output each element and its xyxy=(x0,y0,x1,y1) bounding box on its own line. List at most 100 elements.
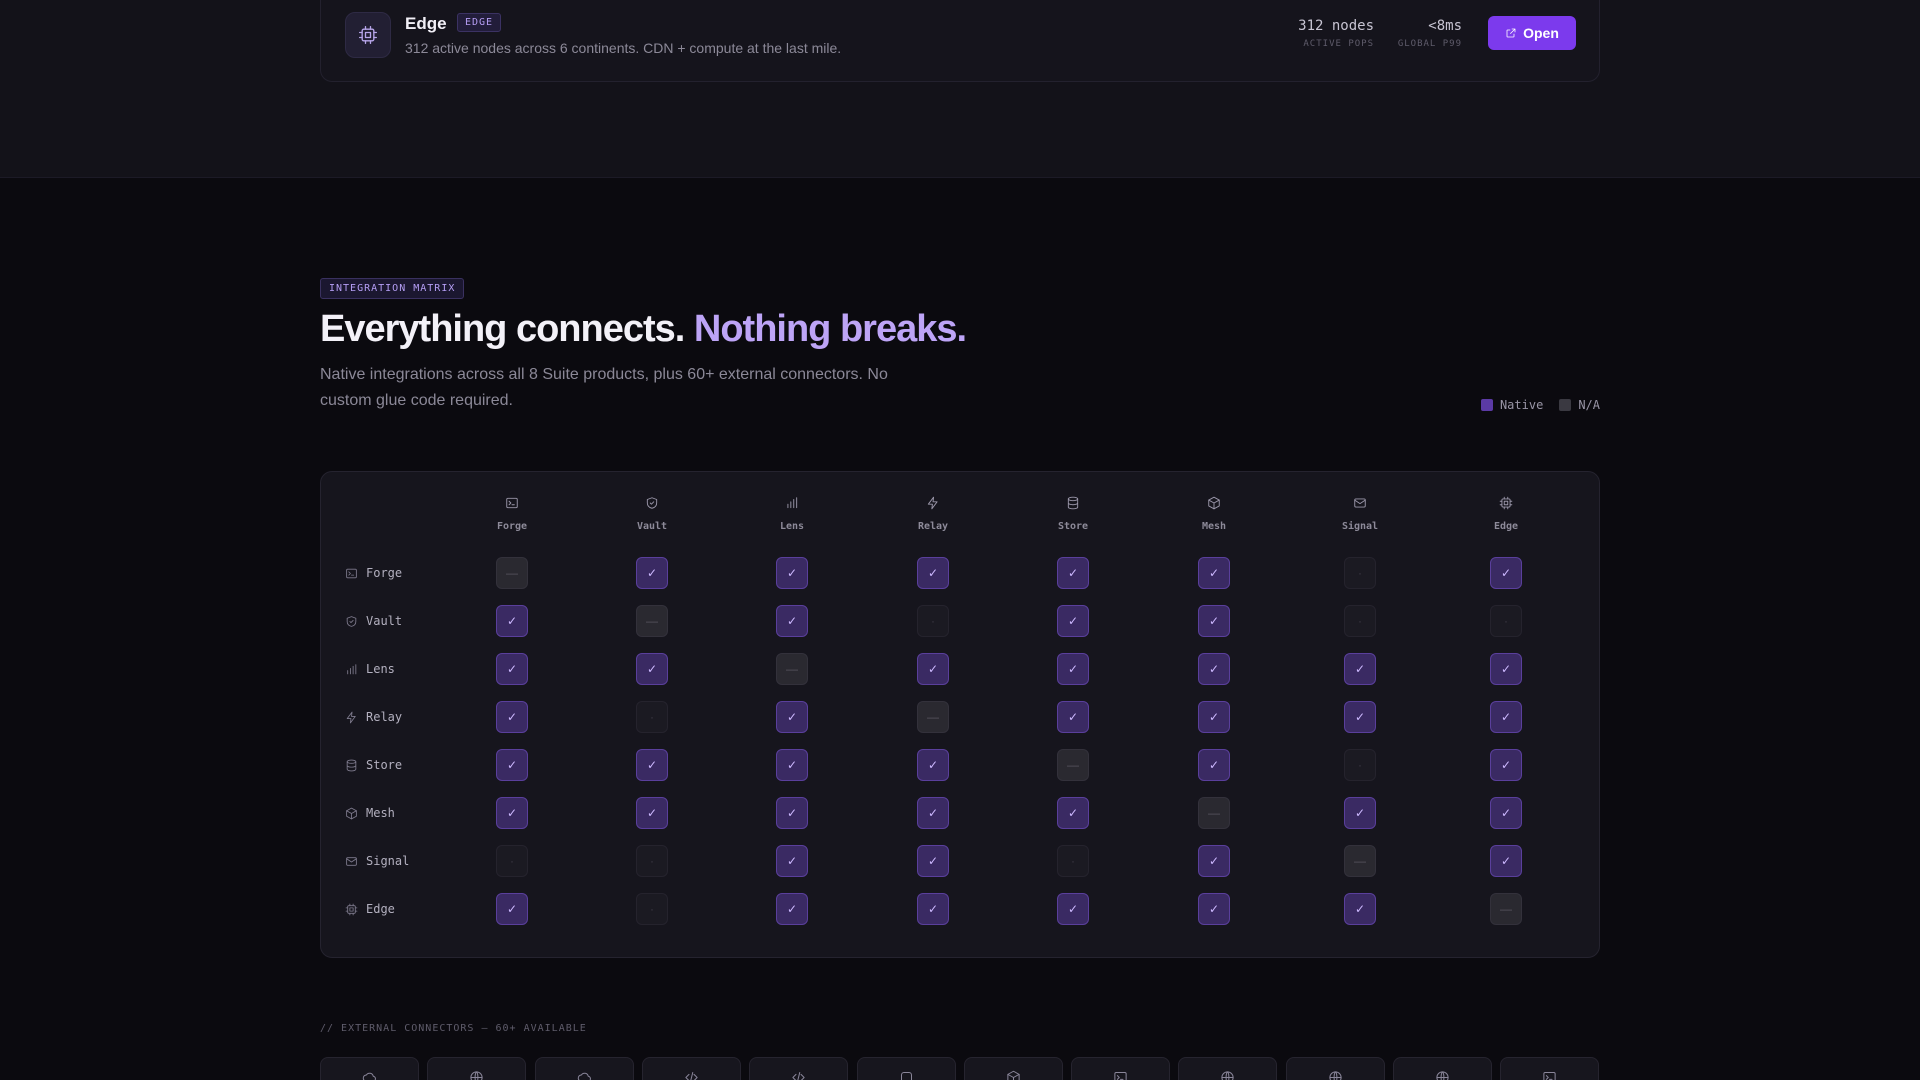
connector-tile[interactable] xyxy=(1071,1057,1171,1080)
matrix-cell-store-mesh[interactable]: ✓ xyxy=(1198,749,1230,781)
matrix-cell-vault-signal[interactable]: · xyxy=(1344,605,1376,637)
column-header-lens: Lens xyxy=(752,496,832,532)
matrix-cell-relay-edge[interactable]: ✓ xyxy=(1490,701,1522,733)
matrix-cell-edge-edge[interactable]: — xyxy=(1490,893,1522,925)
matrix-cell-signal-mesh[interactable]: ✓ xyxy=(1198,845,1230,877)
matrix-cell-relay-relay[interactable]: — xyxy=(917,701,949,733)
matrix-cell-forge-mesh[interactable]: ✓ xyxy=(1198,557,1230,589)
matrix-cell-mesh-lens[interactable]: ✓ xyxy=(776,797,808,829)
connector-tile[interactable] xyxy=(1285,1057,1385,1080)
matrix-cell-store-relay[interactable]: ✓ xyxy=(917,749,949,781)
matrix-cell-lens-relay[interactable]: ✓ xyxy=(917,653,949,685)
matrix-cell-signal-store[interactable]: · xyxy=(1057,845,1089,877)
matrix-cell-forge-signal[interactable]: · xyxy=(1344,557,1376,589)
matrix-cell-relay-mesh[interactable]: ✓ xyxy=(1198,701,1230,733)
matrix-cell-signal-signal[interactable]: — xyxy=(1344,845,1376,877)
matrix-cell-edge-forge[interactable]: ✓ xyxy=(496,893,528,925)
matrix-cell-lens-vault[interactable]: ✓ xyxy=(636,653,668,685)
matrix-cell-lens-store[interactable]: ✓ xyxy=(1057,653,1089,685)
matrix-cell-mesh-edge[interactable]: ✓ xyxy=(1490,797,1522,829)
matrix-cell-relay-vault[interactable]: · xyxy=(636,701,668,733)
matrix-cell-vault-edge[interactable]: · xyxy=(1490,605,1522,637)
column-header-label: Mesh xyxy=(1201,521,1227,532)
row-header-label: Forge xyxy=(366,566,403,580)
connector-tile[interactable] xyxy=(641,1057,741,1080)
matrix-cell-mesh-store[interactable]: ✓ xyxy=(1057,797,1089,829)
connector-tile[interactable] xyxy=(1393,1057,1492,1080)
matrix-cell-forge-edge[interactable]: ✓ xyxy=(1490,557,1522,589)
matrix-cell-relay-forge[interactable]: ✓ xyxy=(496,701,528,733)
matrix-cell-lens-signal[interactable]: ✓ xyxy=(1344,653,1376,685)
matrix-cell-signal-lens[interactable]: ✓ xyxy=(776,845,808,877)
matrix-cell-lens-mesh[interactable]: ✓ xyxy=(1198,653,1230,685)
box-icon xyxy=(899,1070,914,1080)
matrix-cell-signal-edge[interactable]: ✓ xyxy=(1490,845,1522,877)
product-card-edge: Edge EDGE 312 active nodes across 6 cont… xyxy=(320,0,1600,82)
legend-label: Native xyxy=(1499,398,1544,412)
connector-tile[interactable] xyxy=(427,1057,527,1080)
cube-icon xyxy=(345,807,358,820)
legend-item-na: N/A xyxy=(1559,398,1600,412)
matrix-cell-relay-lens[interactable]: ✓ xyxy=(776,701,808,733)
section-subtext: Native integrations across all 8 Suite p… xyxy=(320,366,888,409)
matrix-cell-edge-signal[interactable]: ✓ xyxy=(1344,893,1376,925)
globe-icon xyxy=(1435,1070,1450,1080)
matrix-cell-vault-vault[interactable]: — xyxy=(636,605,668,637)
matrix-cell-forge-vault[interactable]: ✓ xyxy=(636,557,668,589)
stat-value: 312 nodes xyxy=(1298,18,1374,34)
matrix-cell-edge-relay[interactable]: ✓ xyxy=(917,893,949,925)
matrix-cell-edge-vault[interactable]: · xyxy=(636,893,668,925)
row-header-label: Edge xyxy=(366,902,395,916)
matrix-cell-mesh-relay[interactable]: ✓ xyxy=(917,797,949,829)
matrix-cell-relay-signal[interactable]: ✓ xyxy=(1344,701,1376,733)
matrix-cell-mesh-forge[interactable]: ✓ xyxy=(496,797,528,829)
integration-matrix: Forge Vault Lens Relay Store Mesh Signal Edge Fo… xyxy=(320,471,1600,958)
matrix-cell-store-vault[interactable]: ✓ xyxy=(636,749,668,781)
chip-icon xyxy=(345,12,391,58)
matrix-cell-lens-edge[interactable]: ✓ xyxy=(1490,653,1522,685)
matrix-cell-forge-lens[interactable]: ✓ xyxy=(776,557,808,589)
connector-tile[interactable] xyxy=(749,1057,849,1080)
matrix-cell-edge-mesh[interactable]: ✓ xyxy=(1198,893,1230,925)
matrix-cell-edge-lens[interactable]: ✓ xyxy=(776,893,808,925)
matrix-cell-forge-forge[interactable]: — xyxy=(496,557,528,589)
matrix-cell-vault-forge[interactable]: ✓ xyxy=(496,605,528,637)
column-header-label: Signal xyxy=(1341,521,1379,532)
matrix-cell-mesh-vault[interactable]: ✓ xyxy=(636,797,668,829)
matrix-cell-store-store[interactable]: — xyxy=(1057,749,1089,781)
matrix-cell-signal-vault[interactable]: · xyxy=(636,845,668,877)
row-header-lens: Lens xyxy=(345,659,395,679)
matrix-cell-vault-relay[interactable]: · xyxy=(917,605,949,637)
external-connectors-row xyxy=(320,1057,1600,1080)
matrix-cell-store-lens[interactable]: ✓ xyxy=(776,749,808,781)
matrix-cell-signal-forge[interactable]: · xyxy=(496,845,528,877)
cloud-icon xyxy=(362,1070,377,1080)
matrix-cell-store-edge[interactable]: ✓ xyxy=(1490,749,1522,781)
matrix-cell-store-forge[interactable]: ✓ xyxy=(496,749,528,781)
connector-tile[interactable] xyxy=(534,1057,634,1080)
connector-tile[interactable] xyxy=(320,1057,419,1080)
connector-tile[interactable] xyxy=(963,1057,1063,1080)
matrix-cell-signal-relay[interactable]: ✓ xyxy=(917,845,949,877)
matrix-cell-mesh-signal[interactable]: ✓ xyxy=(1344,797,1376,829)
matrix-cell-mesh-mesh[interactable]: — xyxy=(1198,797,1230,829)
matrix-cell-forge-store[interactable]: ✓ xyxy=(1057,557,1089,589)
terminal-icon xyxy=(1542,1070,1557,1080)
connector-tile[interactable] xyxy=(1178,1057,1278,1080)
bar-chart-icon xyxy=(785,496,799,515)
connector-tile[interactable] xyxy=(856,1057,956,1080)
matrix-cell-edge-store[interactable]: ✓ xyxy=(1057,893,1089,925)
row-header-relay: Relay xyxy=(345,707,402,727)
connector-tile[interactable] xyxy=(1500,1057,1600,1080)
matrix-cell-vault-lens[interactable]: ✓ xyxy=(776,605,808,637)
matrix-cell-vault-store[interactable]: ✓ xyxy=(1057,605,1089,637)
matrix-cell-lens-lens[interactable]: — xyxy=(776,653,808,685)
matrix-cell-store-signal[interactable]: · xyxy=(1344,749,1376,781)
code-icon xyxy=(791,1070,806,1080)
matrix-cell-vault-mesh[interactable]: ✓ xyxy=(1198,605,1230,637)
matrix-cell-forge-relay[interactable]: ✓ xyxy=(917,557,949,589)
matrix-cell-relay-store[interactable]: ✓ xyxy=(1057,701,1089,733)
matrix-cell-lens-forge[interactable]: ✓ xyxy=(496,653,528,685)
chip-icon xyxy=(345,903,358,916)
open-button[interactable]: Open xyxy=(1488,16,1576,50)
